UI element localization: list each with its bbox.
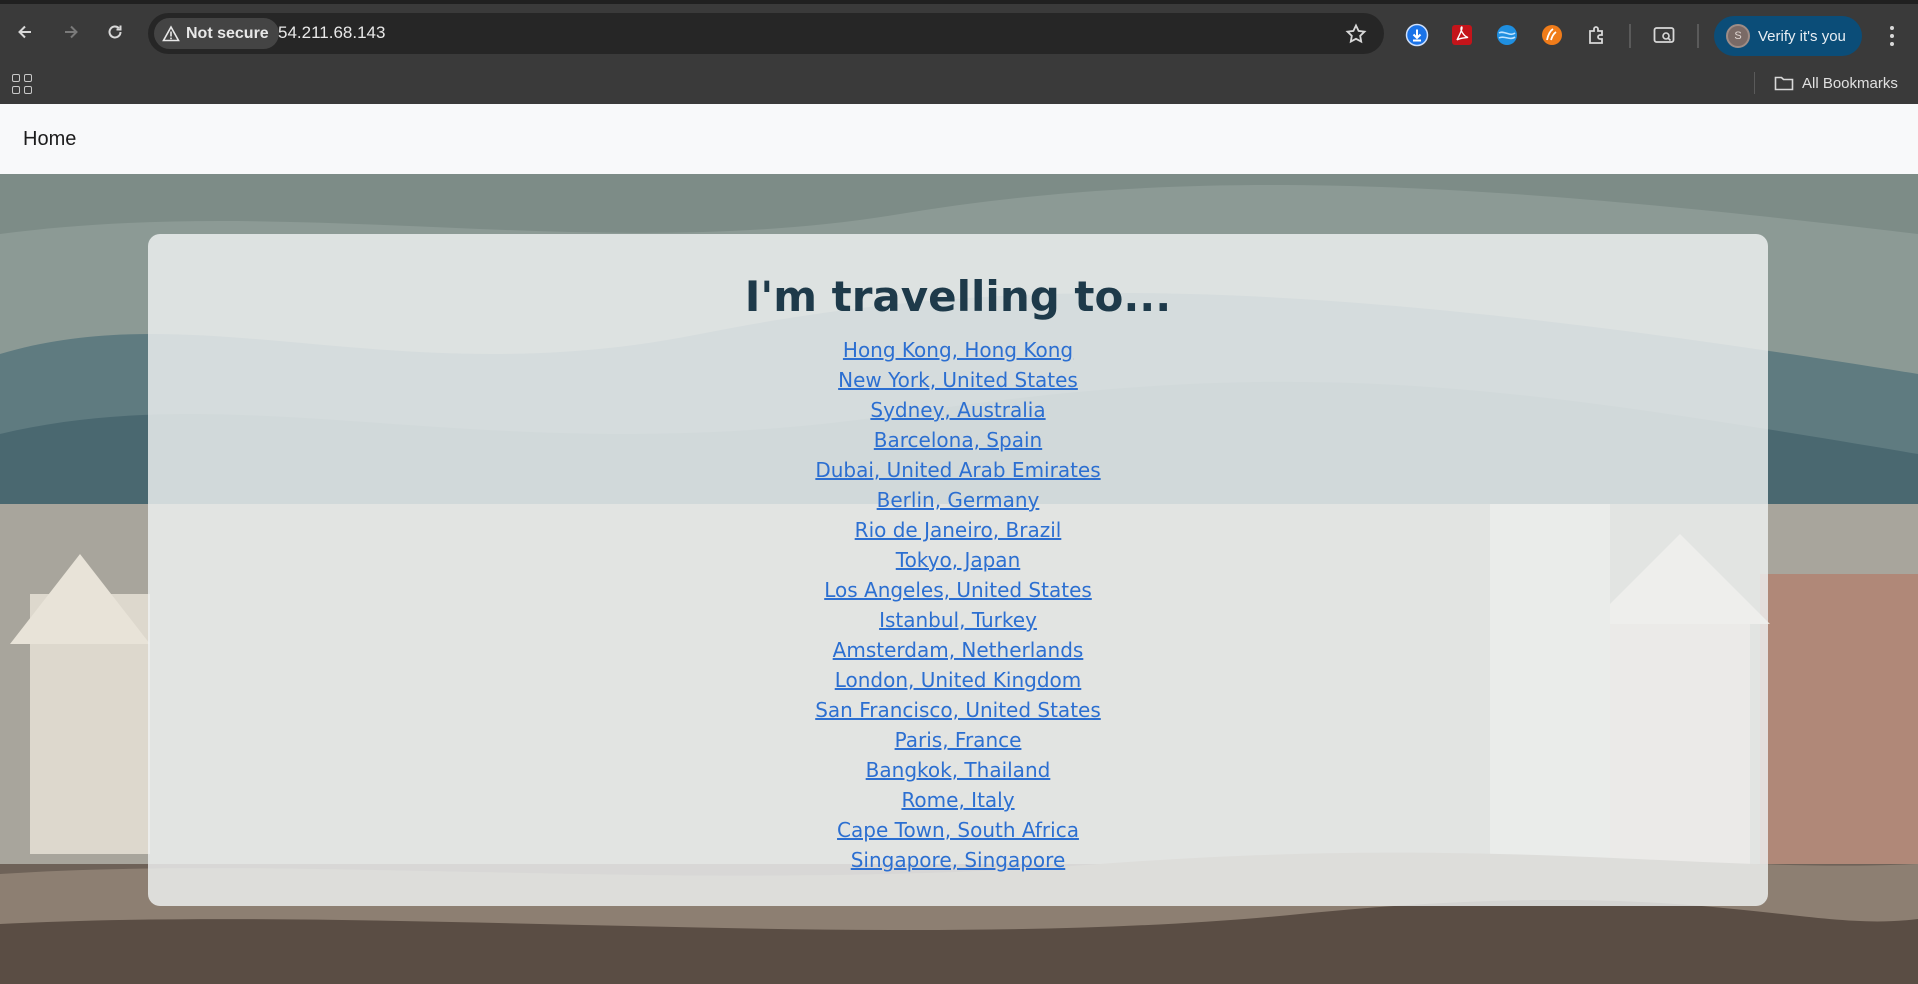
home-link[interactable]: Home bbox=[23, 128, 76, 151]
profile-label: Verify it's you bbox=[1758, 27, 1846, 45]
list-item: Bangkok, Thailand bbox=[148, 755, 1768, 785]
list-item: Rome, Italy bbox=[148, 785, 1768, 815]
more-icon[interactable] bbox=[1880, 22, 1904, 50]
destination-link[interactable]: New York, United States bbox=[838, 368, 1078, 392]
destination-link[interactable]: Los Angeles, United States bbox=[824, 578, 1092, 602]
list-item: Dubai, United Arab Emirates bbox=[148, 455, 1768, 485]
list-item: Tokyo, Japan bbox=[148, 545, 1768, 575]
list-item: Paris, France bbox=[148, 725, 1768, 755]
download-icon bbox=[1405, 23, 1429, 47]
all-bookmarks-button[interactable]: All Bookmarks bbox=[1774, 70, 1898, 96]
destination-list: Hong Kong, Hong Kong New York, United St… bbox=[148, 335, 1768, 875]
site-navbar: Home bbox=[0, 104, 1918, 174]
warning-icon bbox=[162, 24, 180, 41]
security-label: Not secure bbox=[186, 24, 269, 42]
forward-icon bbox=[65, 25, 78, 39]
search-tab-icon bbox=[1653, 27, 1675, 43]
destination-link[interactable]: Singapore, Singapore bbox=[851, 848, 1066, 872]
tab-search-button[interactable] bbox=[1651, 22, 1677, 48]
forward-button[interactable] bbox=[55, 16, 87, 48]
list-item: Amsterdam, Netherlands bbox=[148, 635, 1768, 665]
extensions-puzzle-icon bbox=[1589, 26, 1603, 44]
destination-link[interactable]: Hong Kong, Hong Kong bbox=[843, 338, 1073, 362]
destination-link[interactable]: Rio de Janeiro, Brazil bbox=[855, 518, 1062, 542]
back-button[interactable] bbox=[9, 16, 41, 48]
url-text[interactable]: 54.211.68.143 bbox=[278, 23, 385, 43]
destination-link[interactable]: Amsterdam, Netherlands bbox=[833, 638, 1084, 662]
list-item: Cape Town, South Africa bbox=[148, 815, 1768, 845]
list-item: Singapore, Singapore bbox=[148, 845, 1768, 875]
destination-card: I'm travelling to... Hong Kong, Hong Kon… bbox=[148, 234, 1768, 906]
list-item: Los Angeles, United States bbox=[148, 575, 1768, 605]
page-heading: I'm travelling to... bbox=[744, 272, 1172, 321]
list-item: London, United Kingdom bbox=[148, 665, 1768, 695]
extension-globe-icon bbox=[1497, 25, 1517, 45]
destination-link[interactable]: Sydney, Australia bbox=[870, 398, 1045, 422]
star-icon[interactable] bbox=[1344, 22, 1368, 46]
globe-extension[interactable] bbox=[1494, 22, 1520, 48]
reload-icon bbox=[108, 25, 122, 39]
address-bar[interactable]: Not secure 54.211.68.143 bbox=[148, 13, 1384, 54]
back-icon bbox=[18, 25, 31, 39]
toolbar-divider bbox=[1629, 24, 1631, 48]
all-bookmarks-label: All Bookmarks bbox=[1802, 74, 1898, 92]
reload-button[interactable] bbox=[99, 16, 131, 48]
download-extension[interactable] bbox=[1404, 22, 1430, 48]
bookmarks-bar: All Bookmarks bbox=[0, 64, 1918, 104]
destination-link[interactable]: Paris, France bbox=[895, 728, 1022, 752]
toolbar-divider bbox=[1697, 24, 1699, 48]
avatar: S bbox=[1726, 24, 1750, 48]
list-item: Rio de Janeiro, Brazil bbox=[148, 515, 1768, 545]
folder-icon bbox=[1774, 76, 1794, 91]
destination-link[interactable]: Rome, Italy bbox=[901, 788, 1014, 812]
extensions-button[interactable] bbox=[1584, 22, 1610, 48]
list-item: Sydney, Australia bbox=[148, 395, 1768, 425]
destination-link[interactable]: London, United Kingdom bbox=[835, 668, 1082, 692]
list-item: Istanbul, Turkey bbox=[148, 605, 1768, 635]
security-chip[interactable]: Not secure bbox=[154, 18, 279, 49]
list-item: Hong Kong, Hong Kong bbox=[148, 335, 1768, 365]
destination-link[interactable]: Istanbul, Turkey bbox=[879, 608, 1037, 632]
profile-button[interactable]: S Verify it's you bbox=[1714, 16, 1862, 56]
apps-icon[interactable] bbox=[12, 74, 32, 94]
extension-wave-icon bbox=[1542, 25, 1562, 45]
destination-link[interactable]: Berlin, Germany bbox=[877, 488, 1040, 512]
list-item: New York, United States bbox=[148, 365, 1768, 395]
bookmarks-divider bbox=[1754, 72, 1755, 94]
destination-link[interactable]: Cape Town, South Africa bbox=[837, 818, 1079, 842]
pdf-extension[interactable] bbox=[1449, 22, 1475, 48]
web-page: Home I'm travelling to... Hong Kong, Hon… bbox=[0, 104, 1918, 984]
destination-link[interactable]: San Francisco, United States bbox=[815, 698, 1101, 722]
list-item: San Francisco, United States bbox=[148, 695, 1768, 725]
destination-link[interactable]: Dubai, United Arab Emirates bbox=[815, 458, 1100, 482]
pdf-icon bbox=[1452, 25, 1472, 45]
destination-link[interactable]: Tokyo, Japan bbox=[896, 548, 1021, 572]
list-item: Berlin, Germany bbox=[148, 485, 1768, 515]
destination-link[interactable]: Barcelona, Spain bbox=[874, 428, 1042, 452]
browser-toolbar: Not secure 54.211.68.143 S Verify it's y… bbox=[0, 0, 1918, 64]
wave-extension[interactable] bbox=[1539, 22, 1565, 48]
destination-link[interactable]: Bangkok, Thailand bbox=[866, 758, 1051, 782]
list-item: Barcelona, Spain bbox=[148, 425, 1768, 455]
